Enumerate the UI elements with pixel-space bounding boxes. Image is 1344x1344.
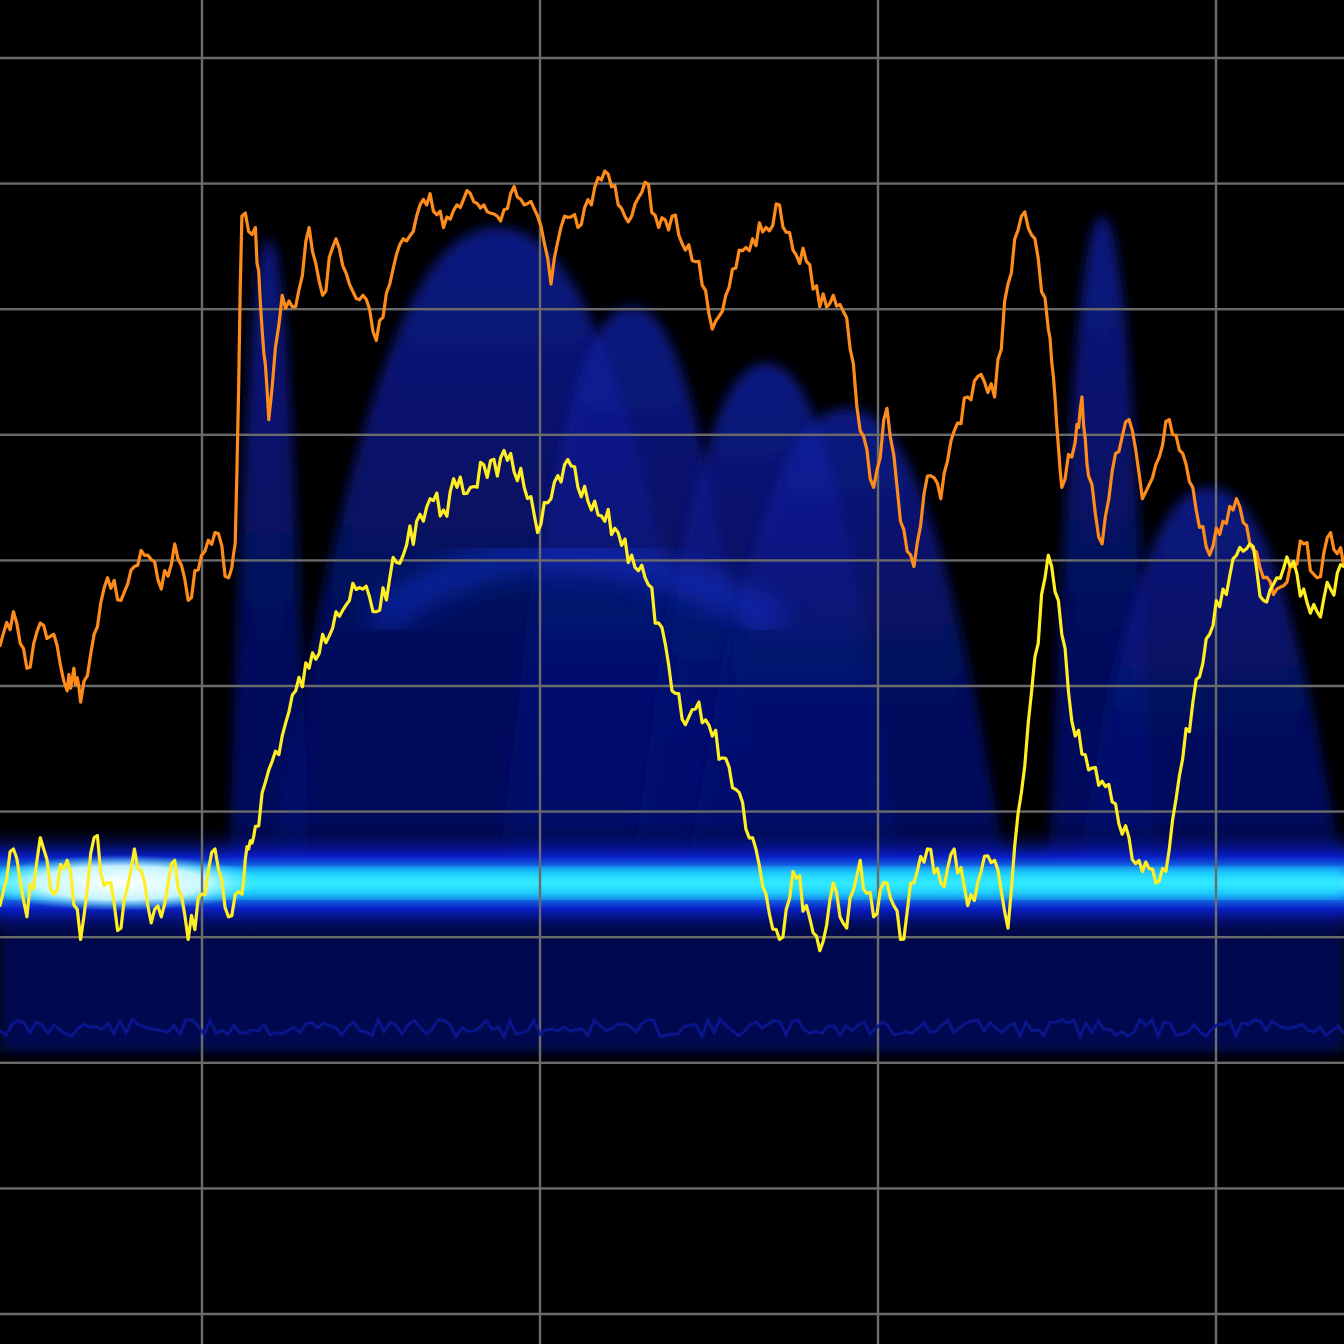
spectrum-analyzer-display (0, 0, 1344, 1344)
